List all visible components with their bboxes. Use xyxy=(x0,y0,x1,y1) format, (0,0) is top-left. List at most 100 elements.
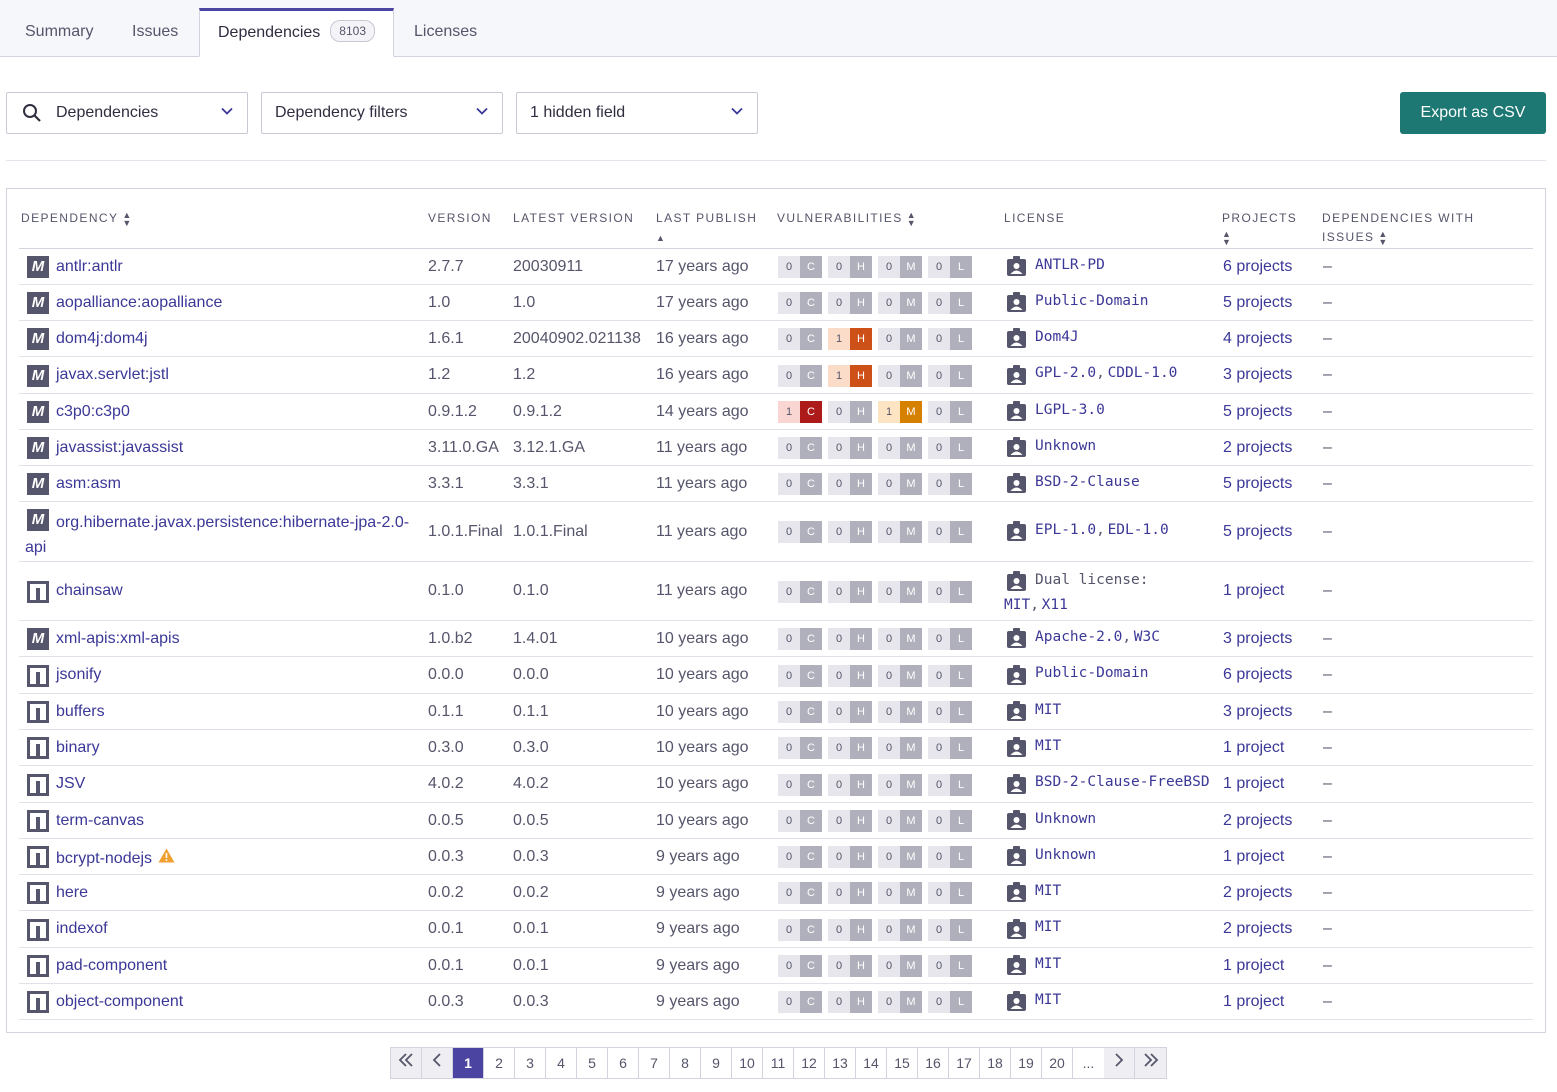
last-page-button[interactable] xyxy=(1135,1048,1166,1078)
page-number-button[interactable]: 19 xyxy=(1011,1048,1042,1078)
license-link[interactable]: MIT xyxy=(1035,992,1061,1008)
projects-link[interactable]: 1 project xyxy=(1223,848,1284,866)
dependency-name-link[interactable]: here xyxy=(56,884,88,902)
page-number-button[interactable]: 1 xyxy=(453,1048,484,1078)
page-number-button[interactable]: 7 xyxy=(639,1048,670,1078)
projects-link[interactable]: 3 projects xyxy=(1223,366,1292,384)
projects-link[interactable]: 2 projects xyxy=(1223,439,1292,457)
tab-dependencies[interactable]: Dependencies 8103 xyxy=(199,8,394,57)
license-link[interactable]: MIT xyxy=(1035,702,1061,718)
projects-link[interactable]: 3 projects xyxy=(1223,630,1292,648)
license-link[interactable]: X11 xyxy=(1042,597,1068,613)
dependency-name-link[interactable]: c3p0:c3p0 xyxy=(56,403,130,421)
tab-summary[interactable]: Summary xyxy=(25,8,93,57)
page-number-button[interactable]: 12 xyxy=(794,1048,825,1078)
license-link[interactable]: Unknown xyxy=(1035,847,1096,863)
projects-link[interactable]: 1 project xyxy=(1223,993,1284,1011)
license-link[interactable]: MIT xyxy=(1035,956,1061,972)
projects-link[interactable]: 2 projects xyxy=(1223,884,1292,902)
dependency-name-link[interactable]: javassist:javassist xyxy=(56,439,183,457)
page-number-button[interactable]: 16 xyxy=(918,1048,949,1078)
license-link[interactable]: BSD-2-Clause xyxy=(1035,474,1140,490)
projects-link[interactable]: 5 projects xyxy=(1223,475,1292,493)
page-number-button[interactable]: 4 xyxy=(546,1048,577,1078)
dependency-name-link[interactable]: pad-component xyxy=(56,957,167,975)
dependencies-search-dropdown[interactable]: Dependencies xyxy=(6,92,248,134)
dependency-name-link[interactable]: buffers xyxy=(56,703,105,721)
dependency-filters-dropdown[interactable]: Dependency filters xyxy=(261,92,503,134)
page-number-button[interactable]: 17 xyxy=(949,1048,980,1078)
export-csv-button[interactable]: Export as CSV xyxy=(1400,92,1546,134)
license-link[interactable]: Dom4J xyxy=(1035,329,1079,345)
page-number-button[interactable]: 2 xyxy=(484,1048,515,1078)
license-link[interactable]: GPL-2.0 xyxy=(1035,365,1096,381)
prev-page-button[interactable] xyxy=(422,1048,453,1078)
license-link[interactable]: MIT xyxy=(1004,597,1030,613)
dependency-name-link[interactable]: org.hibernate.javax.persistence:hibernat… xyxy=(25,510,409,560)
page-number-button[interactable]: 13 xyxy=(825,1048,856,1078)
projects-link[interactable]: 1 project xyxy=(1223,775,1284,793)
projects-link[interactable]: 6 projects xyxy=(1223,258,1292,276)
dependency-name-link[interactable]: chainsaw xyxy=(56,582,123,600)
col-header-last-publish[interactable]: Last publish ▲ xyxy=(656,209,757,248)
projects-link[interactable]: 5 projects xyxy=(1223,294,1292,312)
col-header-projects[interactable]: Projects ▲ ▼ xyxy=(1222,209,1297,247)
dependency-name-link[interactable]: xml-apis:xml-apis xyxy=(56,630,180,648)
dependency-name-link[interactable]: dom4j:dom4j xyxy=(56,330,148,348)
page-number-button[interactable]: 8 xyxy=(670,1048,701,1078)
dependency-name-link[interactable]: javax.servlet:jstl xyxy=(56,366,169,384)
page-number-button[interactable]: 6 xyxy=(608,1048,639,1078)
dependency-name-link[interactable]: bcrypt-nodejs xyxy=(56,848,175,868)
dependency-name-link[interactable]: indexof xyxy=(56,920,108,938)
page-number-button[interactable]: 9 xyxy=(701,1048,732,1078)
dependency-name-link[interactable]: asm:asm xyxy=(56,475,121,493)
dependency-name-link[interactable]: binary xyxy=(56,739,100,757)
projects-link[interactable]: 1 project xyxy=(1223,582,1284,600)
license-link[interactable]: Unknown xyxy=(1035,438,1096,454)
license-link[interactable]: W3C xyxy=(1134,629,1160,645)
license-link[interactable]: Public-Domain xyxy=(1035,665,1149,681)
projects-link[interactable]: 5 projects xyxy=(1223,403,1292,421)
projects-link[interactable]: 1 project xyxy=(1223,739,1284,757)
license-link[interactable]: MIT xyxy=(1035,919,1061,935)
page-number-button[interactable]: 20 xyxy=(1042,1048,1073,1078)
license-link[interactable]: Apache-2.0 xyxy=(1035,629,1122,645)
hidden-fields-dropdown[interactable]: 1 hidden field xyxy=(516,92,758,134)
projects-link[interactable]: 4 projects xyxy=(1223,330,1292,348)
tab-licenses[interactable]: Licenses xyxy=(414,8,477,57)
license-link[interactable]: Unknown xyxy=(1035,811,1096,827)
projects-link[interactable]: 1 project xyxy=(1223,957,1284,975)
dependency-name-link[interactable]: aopalliance:aopalliance xyxy=(56,294,222,312)
license-link[interactable]: MIT xyxy=(1035,738,1061,754)
license-link[interactable]: BSD-2-Clause-FreeBSD xyxy=(1035,774,1210,790)
page-number-button[interactable]: 5 xyxy=(577,1048,608,1078)
page-ellipsis[interactable]: ... xyxy=(1073,1048,1104,1078)
page-number-button[interactable]: 10 xyxy=(732,1048,763,1078)
page-number-button[interactable]: 3 xyxy=(515,1048,546,1078)
tab-issues[interactable]: Issues xyxy=(132,8,178,57)
license-link[interactable]: Public-Domain xyxy=(1035,293,1149,309)
license-link[interactable]: MIT xyxy=(1035,883,1061,899)
dependency-name-link[interactable]: term-canvas xyxy=(56,812,144,830)
col-header-vulnerabilities[interactable]: Vulnerabilities ▲ ▼ xyxy=(777,209,917,228)
projects-link[interactable]: 2 projects xyxy=(1223,812,1292,830)
page-number-button[interactable]: 18 xyxy=(980,1048,1011,1078)
license-link[interactable]: EPL-1.0 xyxy=(1035,522,1096,538)
license-link[interactable]: ANTLR-PD xyxy=(1035,257,1105,273)
dependency-name-link[interactable]: JSV xyxy=(56,775,85,793)
page-number-button[interactable]: 11 xyxy=(763,1048,794,1078)
projects-link[interactable]: 6 projects xyxy=(1223,666,1292,684)
col-header-dependencies-with-issues[interactable]: Dependencies with issues ▲ ▼ xyxy=(1322,209,1512,247)
dependency-name-link[interactable]: antlr:antlr xyxy=(56,258,123,276)
next-page-button[interactable] xyxy=(1104,1048,1135,1078)
projects-link[interactable]: 5 projects xyxy=(1223,523,1292,541)
dependency-name-link[interactable]: jsonify xyxy=(56,666,101,684)
page-number-button[interactable]: 15 xyxy=(887,1048,918,1078)
projects-link[interactable]: 2 projects xyxy=(1223,920,1292,938)
license-link[interactable]: CDDL-1.0 xyxy=(1108,365,1178,381)
col-header-dependency[interactable]: Dependency ▲ ▼ xyxy=(21,209,133,228)
dependency-name-link[interactable]: object-component xyxy=(56,993,183,1011)
page-number-button[interactable]: 14 xyxy=(856,1048,887,1078)
projects-link[interactable]: 3 projects xyxy=(1223,703,1292,721)
first-page-button[interactable] xyxy=(391,1048,422,1078)
